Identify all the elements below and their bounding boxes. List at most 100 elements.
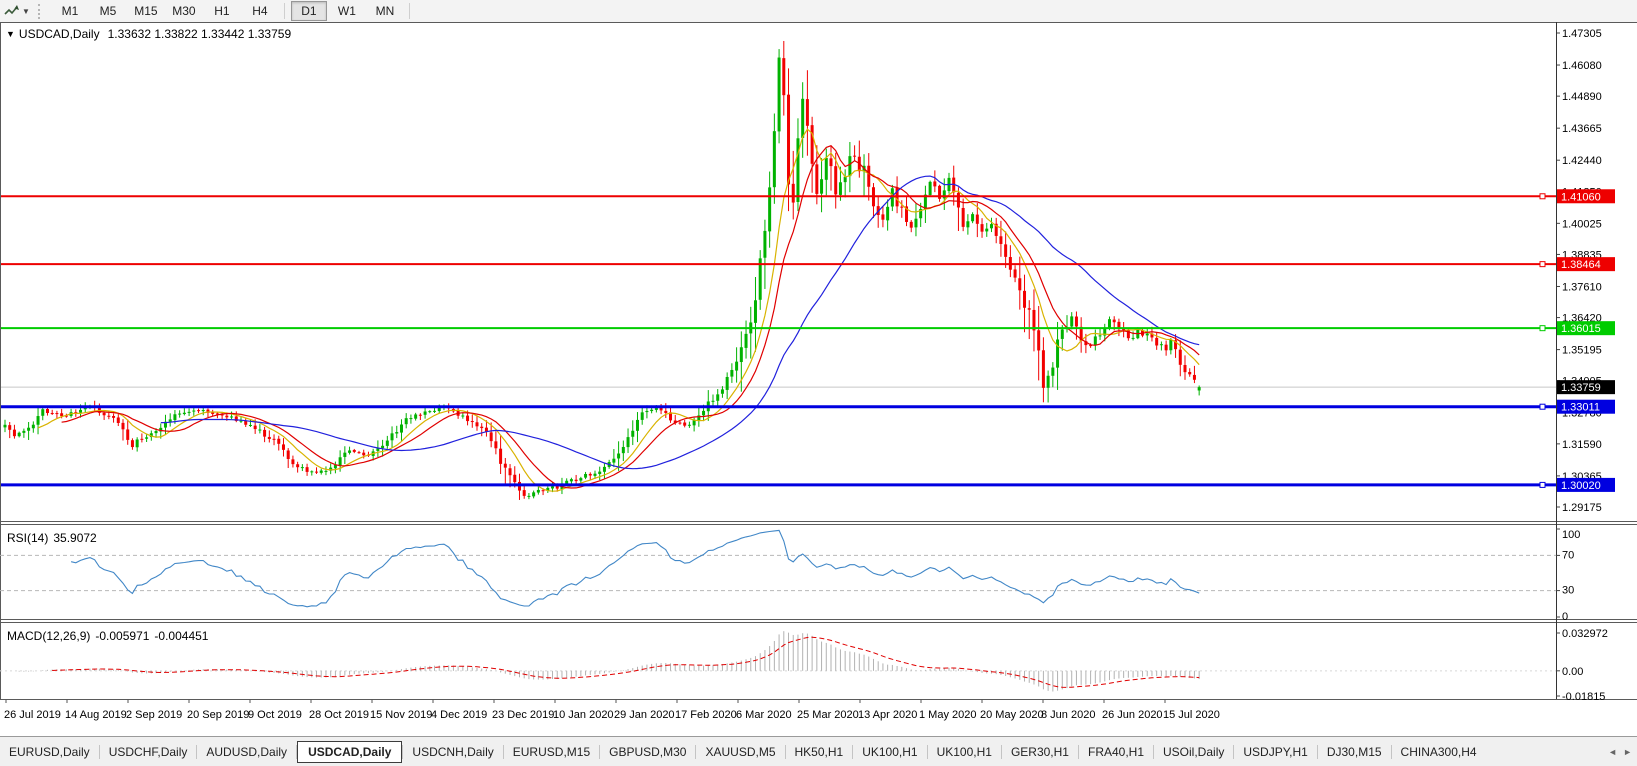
time-axis-label: 13 Apr 2020 [858,709,917,721]
main-toolbar: ▼ M1 M5 M15 M30 H1 H4 D1 W1 MN [0,0,1637,23]
time-axis-label: 9 Oct 2019 [248,709,302,721]
price-axis-chip: 1.33759 [1557,380,1615,395]
chart-canvas[interactable]: 1.473051.460801.448901.436651.424401.412… [0,22,1637,736]
tab-china300-h4[interactable]: CHINA300,H4 [1392,742,1486,762]
chart-cursor-icon [4,5,19,15]
price-axis-chip: 1.41060 [1557,189,1615,204]
tab-audusd-daily[interactable]: AUDUSD,Daily [197,742,296,762]
price-axis-label: 1.31590 [1562,439,1602,451]
time-axis-label: 26 Jun 2020 [1102,709,1163,721]
rsi-indicator-label: RSI(14) 35.9072 [7,531,97,545]
macd-signal-value: -0.004451 [154,629,209,643]
timeframe-button-m5[interactable]: M5 [90,1,126,21]
time-axis-label: 23 Dec 2019 [492,709,554,721]
time-axis-label: 6 Mar 2020 [736,709,792,721]
tab-usdcnh-daily[interactable]: USDCNH,Daily [403,742,502,762]
rsi-name: RSI(14) [7,531,49,545]
tab-scroll-controls: ◄ ► [1608,747,1632,757]
moving-average-line-34 [160,175,1200,470]
toolbar-grip[interactable] [37,3,44,19]
toolbar-separator [283,3,285,19]
time-axis-label: 8 Jun 2020 [1041,709,1095,721]
price-axis-label: 1.46080 [1562,60,1602,72]
tab-usdjpy-h1[interactable]: USDJPY,H1 [1234,742,1316,762]
chart-ohlc-values: 1.33632 1.33822 1.33442 1.33759 [107,27,292,41]
price-axis-label: 1.35195 [1562,345,1602,357]
tab-scroll-left-icon[interactable]: ◄ [1608,747,1617,757]
candles-layer [3,40,1201,500]
tab-eurusd-m15[interactable]: EURUSD,M15 [504,742,599,762]
timeframe-button-h4[interactable]: H4 [242,1,278,21]
price-axis-label: 1.47305 [1562,28,1602,40]
rsi-value: 35.9072 [53,531,97,545]
price-axis-label: 1.43665 [1562,123,1602,135]
tab-ger30-h1[interactable]: GER30,H1 [1002,742,1078,762]
svg-text:1.38464: 1.38464 [1561,259,1601,271]
tab-xauusd-m5[interactable]: XAUUSD,M5 [696,742,784,762]
line-drag-handle [1539,481,1546,488]
tab-uk100-h1[interactable]: UK100,H1 [853,742,926,762]
price-axis-chip: 1.33011 [1557,399,1615,414]
rsi-axis-label: 70 [1562,549,1574,561]
price-axis-label: 1.42440 [1562,155,1602,167]
timeframe-button-m15[interactable]: M15 [128,1,164,21]
timeframe-button-w1[interactable]: W1 [329,1,365,21]
chevron-down-icon: ▼ [22,6,30,16]
price-axis-chip: 1.38464 [1557,257,1615,272]
rsi-line [70,529,1200,608]
price-axis-chip: 1.30020 [1557,477,1615,492]
svg-text:1.36015: 1.36015 [1561,323,1601,335]
time-axis-label: 28 Oct 2019 [309,709,369,721]
tab-hk50-h1[interactable]: HK50,H1 [786,742,853,762]
chart-symbol-label: USDCAD,Daily [18,27,100,41]
macd-indicator-label: MACD(12,26,9) -0.005971 -0.004451 [7,629,208,643]
tab-gbpusd-m30[interactable]: GBPUSD,M30 [600,742,695,762]
price-axis-chip: 1.36015 [1557,321,1615,336]
timeframe-button-mn[interactable]: MN [367,1,403,21]
tab-usdcad-daily[interactable]: USDCAD,Daily [297,740,403,763]
chart-dropdown-marker-icon[interactable]: ▼ [6,29,15,39]
tab-fra40-h1[interactable]: FRA40,H1 [1079,742,1153,762]
time-axis-label: 26 Jul 2019 [4,709,61,721]
time-axis-label: 17 Feb 2020 [675,709,737,721]
svg-text:1.30020: 1.30020 [1561,480,1601,492]
timeframe-button-h1[interactable]: H1 [204,1,240,21]
line-drag-handle [1539,403,1546,410]
macd-axis-label: 0.00 [1562,666,1583,678]
time-axis-label: 15 Jul 2020 [1163,709,1220,721]
price-axis-label: 1.44890 [1562,91,1602,103]
time-axis-label: 20 Sep 2019 [187,709,249,721]
time-axis-label: 20 May 2020 [980,709,1044,721]
tab-usoil-daily[interactable]: USOil,Daily [1154,742,1233,762]
timeframe-button-m1[interactable]: M1 [52,1,88,21]
time-axis-label: 1 May 2020 [919,709,976,721]
time-axis-label: 14 Aug 2019 [65,709,127,721]
tab-uk100-h1[interactable]: UK100,H1 [928,742,1001,762]
chart-cursor-tool[interactable]: ▼ [4,4,30,18]
macd-main-value: -0.005971 [95,629,150,643]
timeframe-button-m30[interactable]: M30 [166,1,202,21]
time-axis: 26 Jul 2019 14 Aug 2019 2 Sep 2019 20 Sep 2… [4,699,1220,721]
line-drag-handle [1539,261,1546,268]
tab-usdchf-daily[interactable]: USDCHF,Daily [100,742,197,762]
rsi-axis-label: 30 [1562,585,1574,597]
tab-eurusd-daily[interactable]: EURUSD,Daily [0,742,99,762]
timeframe-button-d1[interactable]: D1 [290,1,327,21]
time-axis-label: 2 Sep 2019 [126,709,182,721]
line-drag-handle [1539,193,1546,200]
tab-dj30-m15[interactable]: DJ30,M15 [1318,742,1391,762]
macd-name: MACD(12,26,9) [7,629,91,643]
time-axis-label: 25 Mar 2020 [797,709,859,721]
chart-title: ▼ USDCAD,Daily 1.33632 1.33822 1.33442 1.3… [6,27,291,41]
svg-text:1.41060: 1.41060 [1561,191,1601,203]
symbol-tab-bar: EURUSD,Daily USDCHF,Daily AUDUSD,Daily USDC… [0,736,1637,766]
price-axis-label: 1.37610 [1562,281,1602,293]
time-axis-label: 15 Nov 2019 [370,709,432,721]
time-axis-label: 29 Jan 2020 [614,709,675,721]
tab-scroll-right-icon[interactable]: ► [1623,747,1632,757]
macd-axis-label: -0.01815 [1562,691,1605,703]
macd-signal-line [52,636,1200,688]
price-axis-label: 1.40025 [1562,218,1602,230]
time-axis-label: 4 Dec 2019 [431,709,487,721]
line-drag-handle [1539,325,1546,332]
